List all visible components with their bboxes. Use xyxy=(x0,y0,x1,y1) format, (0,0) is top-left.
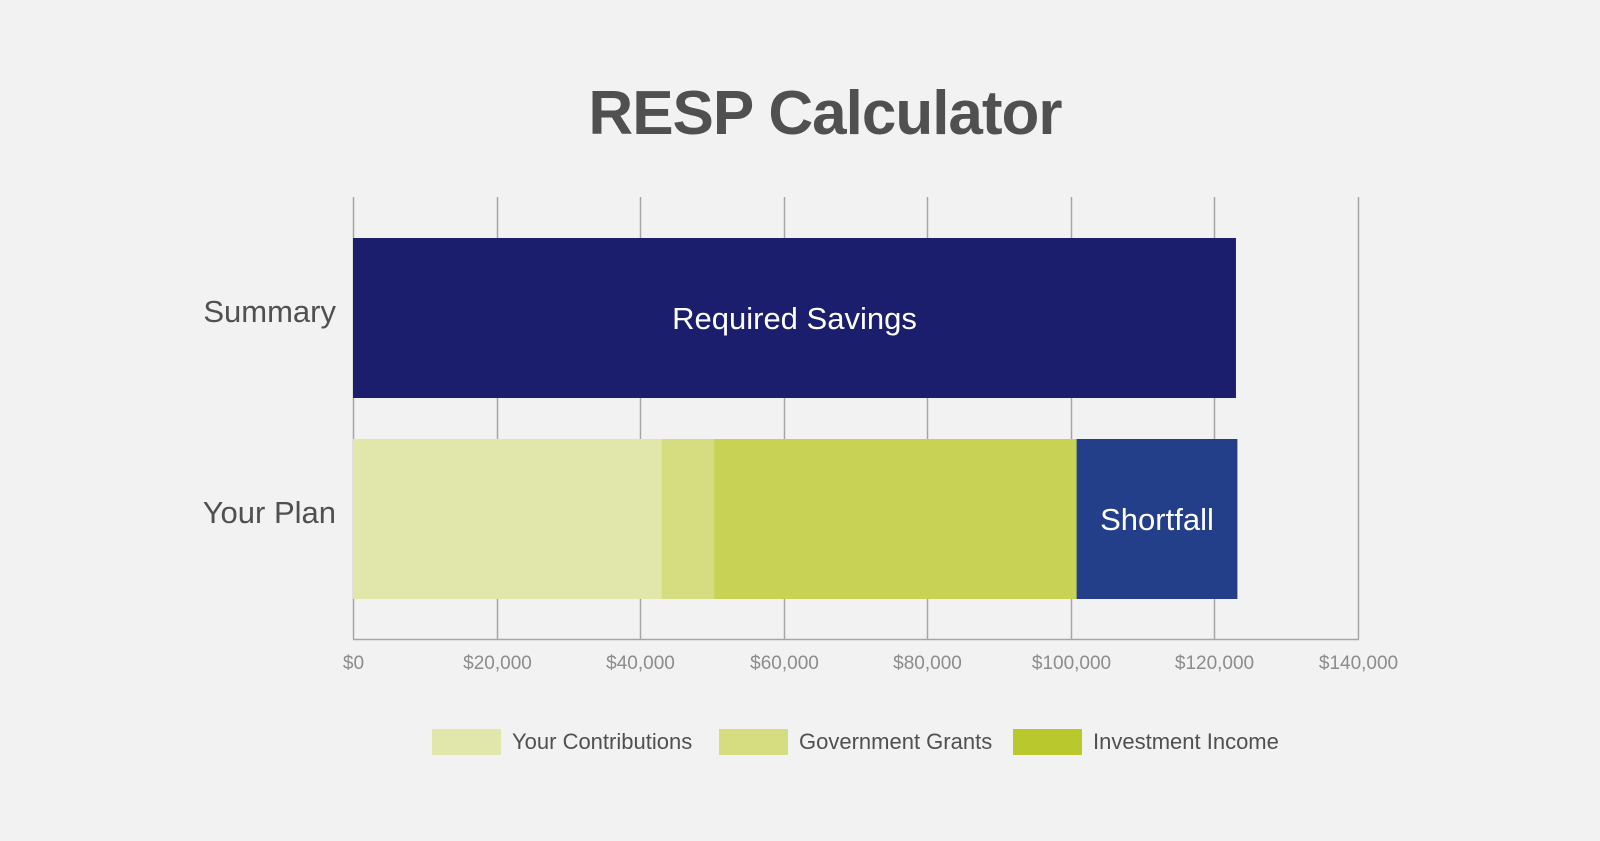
x-tick-label: $120,000 xyxy=(1175,653,1254,674)
bar-segment-government-grants xyxy=(661,439,715,599)
legend-swatch xyxy=(432,729,501,755)
x-tick-label: $20,000 xyxy=(463,653,532,674)
x-tick-label: $0 xyxy=(343,653,364,674)
legend-item: Your Contributions xyxy=(432,728,692,756)
bars: Required Savings Shortfall xyxy=(353,238,1238,599)
x-axis-ticks: $0 $20,000 $40,000 $60,000 $80,000 $100,000 $1… xyxy=(343,653,1398,674)
bar-segment-investment-income xyxy=(714,439,1077,599)
legend-item: Government Grants xyxy=(719,728,992,756)
legend-swatch xyxy=(1013,729,1082,755)
x-tick-label: $100,000 xyxy=(1032,653,1111,674)
bar-chart: Required Savings Shortfall $0 $20,000 $40,0… xyxy=(203,197,1398,674)
legend-swatch xyxy=(719,729,788,755)
x-tick-label: $40,000 xyxy=(606,653,675,674)
legend-label: Investment Income xyxy=(1093,729,1279,754)
category-label: Summary xyxy=(203,294,336,329)
x-tick-label: $140,000 xyxy=(1319,653,1398,674)
y-axis-categories: Summary Your Plan xyxy=(203,294,337,530)
legend-label: Government Grants xyxy=(799,729,993,754)
bar-label: Required Savings xyxy=(672,301,917,336)
x-tick-label: $60,000 xyxy=(750,653,819,674)
legend-label: Your Contributions xyxy=(512,729,693,754)
legend-item: Investment Income xyxy=(1013,728,1279,756)
x-tick-label: $80,000 xyxy=(893,653,962,674)
legend: Your Contributions Government Grants Inves… xyxy=(0,728,1600,758)
category-label: Your Plan xyxy=(203,495,336,530)
bar-label: Shortfall xyxy=(1100,502,1214,537)
bar-segment-your-contributions xyxy=(353,439,662,599)
